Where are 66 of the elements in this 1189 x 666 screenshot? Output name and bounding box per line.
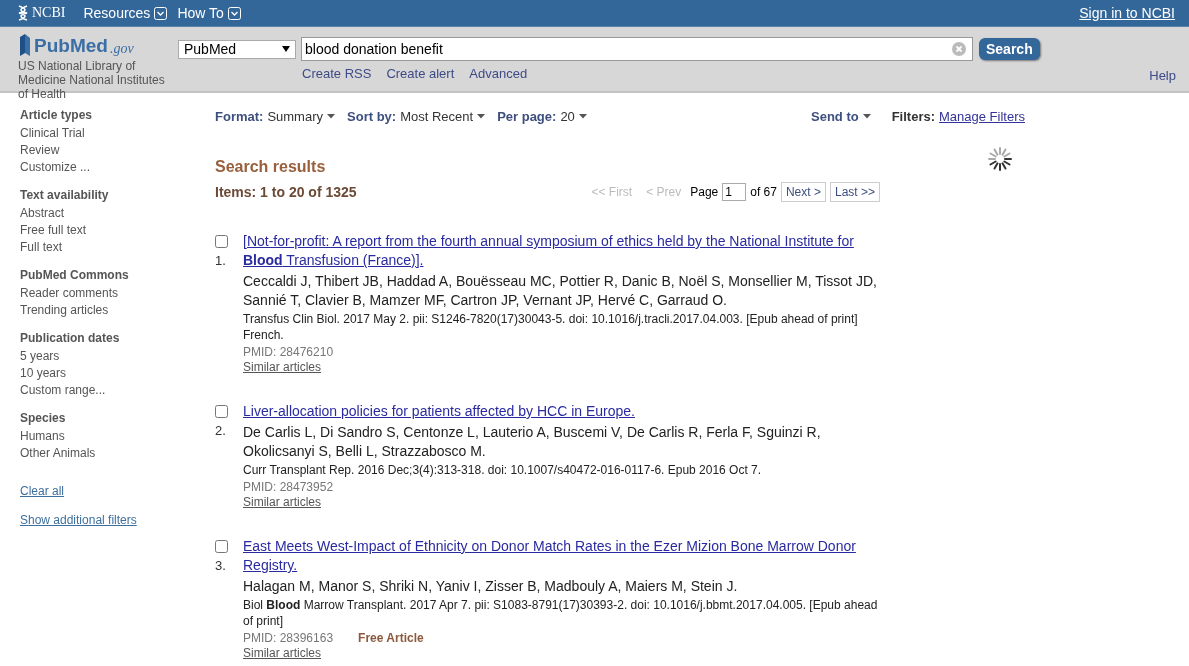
- pubmed-logo-text: PubMed: [34, 35, 108, 57]
- help-link[interactable]: Help: [1149, 68, 1176, 83]
- pmid-text: PMID: 28473952: [243, 480, 334, 494]
- send-to-dropdown[interactable]: Send to: [811, 109, 871, 124]
- pmid-text: PMID: 28476210: [243, 345, 334, 359]
- menu-dropdown[interactable]: Resources: [83, 5, 168, 21]
- article-title-link[interactable]: Liver-allocation policies for patients affected by HCC in Europe.: [243, 402, 880, 421]
- article-authors: De Carlis L, Di Sandro S, Centonze L, Lauterio A, Buscemi V, De Carlis R, Ferla F, Sguinzi R, Okolicsanyi S, Belli L, Strazzabosco M.: [243, 423, 822, 461]
- header-link[interactable]: Advanced: [469, 66, 528, 81]
- filter-heading: Text availability: [20, 187, 110, 204]
- filter-heading: Article types: [20, 107, 94, 124]
- filter-link[interactable]: Free full text: [20, 222, 197, 239]
- filter-action-link[interactable]: Show additional filters: [20, 512, 197, 529]
- filter-link[interactable]: Customize ...: [20, 159, 197, 176]
- result-count: Items: 1 to 20 of 1325: [215, 184, 357, 200]
- filter-heading: Species: [20, 410, 67, 427]
- filter-link[interactable]: 10 years: [20, 365, 197, 382]
- filter-link[interactable]: Abstract: [20, 205, 197, 222]
- view-option-dropdown[interactable]: Sort by: Most Recent: [347, 109, 486, 124]
- pmid-text: PMID: 28396163: [243, 631, 334, 645]
- filter-link[interactable]: Full text: [20, 239, 197, 256]
- search-field[interactable]: blood donation benefit: [301, 37, 973, 61]
- article-title-link[interactable]: [Not-for-profit: A report from the fourth annual symposium of ethics held by the National Institute for Blood Transfusion (France)].: [243, 232, 880, 270]
- article-citation: Transfus Clin Biol. 2017 May 2. pii: S1246-7820(17)30043-5. doi: 10.1016/j.tracli.2017.04.003. [Epub ahead of print] French.: [243, 311, 859, 343]
- article-citation: Curr Transplant Rep. 2016 Dec;3(4):313-318. doi: 10.1007/s40472-016-0117-6. Epub 2016 Oct 7.: [243, 462, 763, 478]
- filter-heading: Publication dates: [20, 330, 121, 347]
- view-option-dropdown[interactable]: Format: Summary: [215, 109, 335, 124]
- free-article-label: Free Article: [358, 631, 424, 645]
- filter-link[interactable]: Clinical Trial: [20, 125, 197, 142]
- menu-dropdown[interactable]: How To: [177, 5, 241, 21]
- pager-button[interactable]: Last >>: [829, 182, 880, 202]
- article-title-link[interactable]: East Meets West-Impact of Ethnicity on Donor Match Rates in the Ezer Mizion Bone Marrow Donor Registry.: [243, 537, 880, 575]
- similar-articles-link[interactable]: Similar articles: [243, 646, 321, 660]
- library-name: US National Library of Medicine National Institutes of Health: [18, 59, 166, 101]
- filter-heading: PubMed Commons: [20, 267, 130, 284]
- filter-link[interactable]: Custom range...: [20, 382, 197, 399]
- filter-action-link[interactable]: Clear all: [20, 483, 197, 500]
- logo-domain-text: .gov: [109, 41, 134, 57]
- page-number-field[interactable]: 1: [722, 183, 747, 201]
- results-heading: Search results: [215, 158, 327, 176]
- pager-button[interactable]: Next >: [780, 182, 826, 202]
- header-link[interactable]: Create alert: [386, 66, 455, 81]
- page-total: of 67: [750, 185, 777, 199]
- header-link[interactable]: Create RSS: [302, 66, 372, 81]
- filter-link[interactable]: Other Animals: [20, 445, 197, 462]
- similar-articles-link[interactable]: Similar articles: [243, 360, 321, 374]
- filters-label: Filters:: [891, 109, 935, 124]
- page-label: Page: [690, 185, 719, 199]
- ncbi-logo-text: NCBI: [32, 5, 66, 21]
- database-select[interactable]: PubMed: [178, 39, 296, 59]
- article-citation: Biol Blood Marrow Transplant. 2017 Apr 7. pii: S1083-8791(17)30393-2. doi: 10.1016/j.bbmt.2017.04.005. [Epub ahead of print]: [243, 597, 879, 629]
- result-number: 3.: [215, 558, 226, 573]
- result-number: 2.: [215, 423, 226, 438]
- result-number: 1.: [215, 253, 226, 268]
- similar-articles-link[interactable]: Similar articles: [243, 495, 321, 509]
- article-authors: Ceccaldi J, Thibert JB, Haddad A, Bouësseau MC, Pottier R, Danic B, Noël S, Monsellier M, Tissot JD, Sannié T, Clavier B, Mamzer MF, Cartron JP, Vernant JP, Hervé C, Garraud O.: [243, 272, 878, 310]
- filter-link[interactable]: 5 years: [20, 348, 197, 365]
- article-authors: Halagan M, Manor S, Shriki N, Yaniv I, Zisser B, Madbouly A, Maiers M, Stein J.: [243, 577, 739, 596]
- search-button[interactable]: Search: [979, 38, 1040, 60]
- filter-link[interactable]: Review: [20, 142, 197, 159]
- filter-link[interactable]: Reader comments: [20, 285, 197, 302]
- sign-in-link[interactable]: Sign in to NCBI: [1079, 5, 1175, 21]
- view-option-dropdown[interactable]: Per page: 20: [497, 109, 587, 124]
- filter-link[interactable]: Humans: [20, 428, 197, 445]
- manage-filters-link[interactable]: Manage Filters: [939, 109, 1025, 124]
- filter-link[interactable]: Trending articles: [20, 302, 197, 319]
